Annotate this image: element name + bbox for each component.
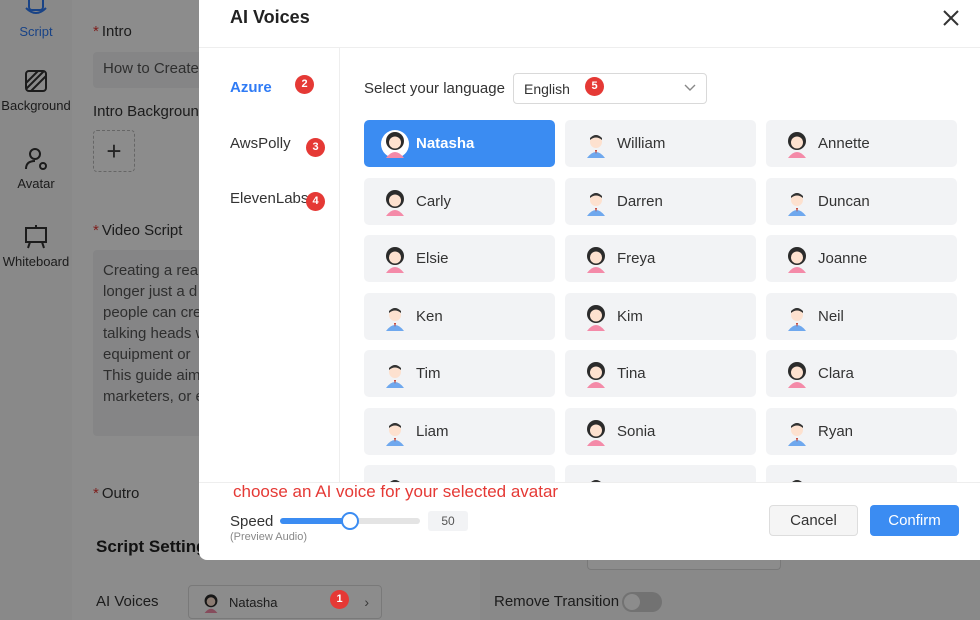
step-badge-3: 3 (306, 138, 325, 157)
speed-slider[interactable] (280, 512, 420, 530)
voice-name: Ken (416, 307, 443, 325)
male-avatar-icon (582, 130, 610, 158)
male-avatar-icon (381, 475, 409, 482)
voice-name: Joanne (818, 250, 868, 267)
voice-name: Carly (416, 192, 452, 210)
female-avatar-icon (783, 130, 811, 158)
female-avatar-icon (582, 303, 610, 331)
male-avatar-icon (381, 360, 409, 388)
voice-name: Sonia (617, 422, 656, 440)
preview-audio-label: (Preview Audio) (230, 531, 308, 543)
speed-label: Speed (230, 513, 274, 530)
female-avatar-icon (381, 130, 409, 158)
language-select[interactable]: English (513, 73, 707, 104)
voice-name: William (617, 135, 666, 152)
speed-slider-fill (280, 518, 350, 524)
voice-card[interactable]: Tim (364, 350, 555, 397)
confirm-button[interactable]: Confirm (870, 505, 959, 536)
male-avatar-icon (582, 475, 610, 482)
female-avatar-icon (783, 245, 811, 273)
chevron-down-icon (684, 84, 696, 91)
male-avatar-icon (381, 303, 409, 331)
male-avatar-icon (783, 303, 811, 331)
step-badge-4: 4 (306, 192, 325, 211)
voice-card[interactable]: Natasha (364, 120, 555, 167)
voice-card[interactable]: Liam (364, 407, 555, 455)
male-avatar-icon (783, 475, 811, 482)
male-avatar-icon (783, 418, 811, 446)
provider-tab-azure[interactable]: Azure (230, 79, 272, 96)
male-avatar-icon (582, 188, 610, 216)
voice-card[interactable]: Duncan (766, 177, 957, 225)
voice-card[interactable]: Neil (766, 292, 957, 340)
step-badge-2: 2 (295, 75, 314, 94)
voice-card[interactable]: Annette (766, 120, 957, 167)
voice-name: Darren (617, 192, 663, 210)
modal-title: AI Voices (230, 7, 310, 27)
female-avatar-icon (381, 245, 409, 273)
voice-card[interactable]: Carly (364, 177, 555, 225)
voice-name: Tim (416, 365, 441, 382)
voice-name: Tina (617, 365, 646, 382)
voice-name: Ryan (818, 422, 854, 440)
provider-divider (339, 48, 340, 482)
voice-card[interactable]: Joanne (766, 235, 957, 282)
voice-name: Kim (617, 307, 643, 325)
close-icon[interactable] (937, 4, 965, 32)
ai-voices-modal: AI Voices Azure 2 AwsPolly 3 ElevenLabs … (199, 0, 980, 560)
voice-name: Natasha (416, 135, 475, 152)
voice-card[interactable]: William (565, 120, 756, 167)
provider-tab-awspolly[interactable]: AwsPolly (230, 135, 291, 152)
male-avatar-icon (381, 418, 409, 446)
voice-name: Annette (818, 135, 870, 152)
voice-name: Clara (818, 365, 854, 382)
provider-tab-elevenlabs[interactable]: ElevenLabs (230, 190, 308, 207)
female-avatar-icon (582, 245, 610, 273)
voice-name: Liam (416, 422, 449, 440)
cancel-button[interactable]: Cancel (769, 505, 858, 536)
header-divider (199, 47, 980, 48)
voice-name: Duncan (818, 192, 870, 210)
instruction-hint: choose an AI voice for your selected ava… (233, 482, 559, 501)
voice-card[interactable]: Ken (364, 292, 555, 340)
female-avatar-icon (783, 360, 811, 388)
voice-card[interactable]: Darren (565, 177, 756, 225)
language-value: English (524, 81, 570, 97)
voice-card[interactable]: Tina (565, 350, 756, 397)
female-avatar-icon (381, 188, 409, 216)
female-avatar-icon (582, 360, 610, 388)
speed-slider-handle[interactable] (341, 512, 359, 530)
voice-card[interactable] (364, 465, 555, 482)
voice-grid: Natasha William Annette Carly Darren Duncan El… (364, 120, 958, 482)
voice-card[interactable]: Freya (565, 235, 756, 282)
voice-card[interactable] (565, 465, 756, 482)
male-avatar-icon (783, 188, 811, 216)
voice-card[interactable]: Ryan (766, 407, 957, 455)
step-badge-1: 1 (330, 590, 349, 609)
language-label: Select your language (364, 80, 505, 97)
voice-name: Elsie (416, 250, 449, 267)
female-avatar-icon (582, 418, 610, 446)
speed-value: 50 (428, 511, 468, 531)
voice-card[interactable]: Sonia (565, 407, 756, 455)
voice-card[interactable]: Elsie (364, 235, 555, 282)
voice-name: Freya (617, 250, 656, 267)
voice-name: Neil (818, 307, 844, 325)
voice-card[interactable] (766, 465, 957, 482)
voice-card[interactable]: Kim (565, 292, 756, 340)
step-badge-5: 5 (585, 77, 604, 96)
voice-card[interactable]: Clara (766, 350, 957, 397)
